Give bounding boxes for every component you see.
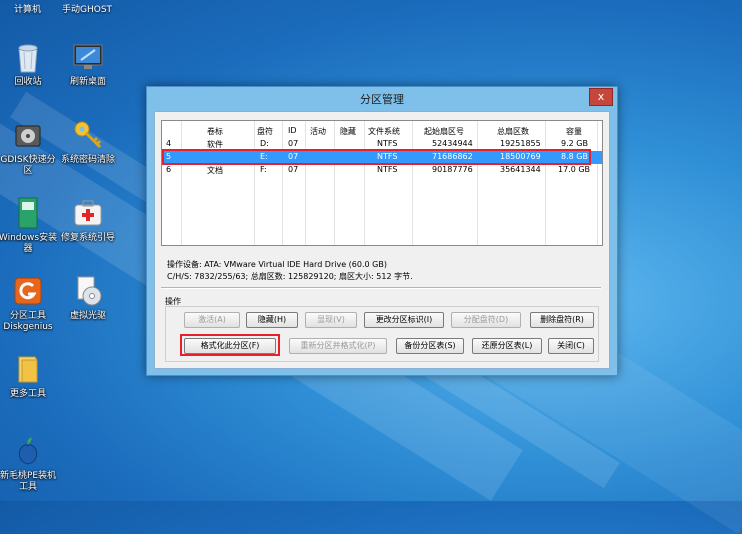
partition-list[interactable]: 卷标 盘符 ID 活动 隐藏 文件系统 起始扇区号 总扇区数 容量 4 软件 D… <box>161 120 603 246</box>
selection-highlight-box <box>162 149 591 165</box>
desktop-icon-label: Windows安装器 <box>0 233 58 254</box>
format-button-highlight-box <box>180 334 280 356</box>
window-client-area: 卷标 盘符 ID 活动 隐藏 文件系统 起始扇区号 总扇区数 容量 4 软件 D… <box>154 111 610 369</box>
row-size: 17.0 GB <box>558 165 591 174</box>
row-fs: NTFS <box>377 165 398 174</box>
desktop-icon-label: 回收站 <box>14 77 42 87</box>
virtual-cd-icon <box>71 274 105 308</box>
device-info-line2: C/H/S: 7832/255/63; 总扇区数: 125829120; 扇区大… <box>167 272 413 281</box>
divider <box>161 287 601 289</box>
close-icon[interactable]: x <box>589 88 613 106</box>
desktop-icon-label: 修复系统引导 <box>60 233 115 243</box>
row-id: 07 <box>288 139 299 148</box>
column-header-size[interactable]: 容量 <box>566 126 582 137</box>
desktop-icon-label: 系统密码清除 <box>60 155 115 165</box>
row-size: 9.2 GB <box>561 139 588 148</box>
row-fs: NTFS <box>377 139 398 148</box>
column-header-fs[interactable]: 文件系统 <box>368 126 400 137</box>
desktop-icon-pe-installer[interactable]: 新毛桃PE装机工具 <box>0 434 60 493</box>
row-number: 4 <box>166 139 172 148</box>
column-header-drive[interactable]: 盘符 <box>257 126 273 137</box>
desktop-icon-more-tools[interactable]: 更多工具 <box>0 352 60 400</box>
desktop-icon-password-clear[interactable]: 系统密码清除 <box>56 118 120 166</box>
column-header-total[interactable]: 总扇区数 <box>497 126 529 137</box>
manual-ghost-label[interactable]: 手动GHOST <box>62 2 112 15</box>
delete-letter-button[interactable]: 删除盘符(R) <box>530 312 594 328</box>
change-id-button[interactable]: 更改分区标识(I) <box>364 312 444 328</box>
show-button[interactable]: 显现(V) <box>305 312 357 328</box>
partition-row[interactable]: 6 文档 F: 07 NTFS 90187776 35641344 17.0 G… <box>162 164 602 177</box>
column-header-hidden[interactable]: 隐藏 <box>340 126 356 137</box>
device-info: 操作设备: ATA: VMware Virtual IDE Hard Drive… <box>161 251 601 287</box>
device-info-line1: 操作设备: ATA: VMware Virtual IDE Hard Drive… <box>167 260 387 269</box>
first-aid-icon <box>71 196 105 230</box>
row-total: 19251855 <box>500 139 541 148</box>
desktop-icon-diskgenius[interactable]: 分区工具Diskgenius <box>0 274 60 333</box>
folder-icon <box>11 352 45 386</box>
gdisk-icon <box>11 118 45 152</box>
desktop-icon-recycle-bin[interactable]: 回收站 <box>0 40 60 88</box>
assign-letter-button[interactable]: 分配盘符(D) <box>451 312 521 328</box>
desktop-icon-repair-boot[interactable]: 修复系统引导 <box>56 196 120 244</box>
row-start: 90187776 <box>432 165 473 174</box>
refresh-desktop-icon <box>71 40 105 74</box>
desktop-icon-label: GDISK快速分区 <box>0 155 56 176</box>
row-start: 52434944 <box>432 139 473 148</box>
column-header-active[interactable]: 活动 <box>310 126 326 137</box>
row-number: 6 <box>166 165 172 174</box>
partition-manager-window: 分区管理 x 卷标 盘符 ID 活动 隐藏 文件系统 起始扇区号 总扇区数 容量… <box>146 86 618 376</box>
desktop-icon-label: 刷新桌面 <box>69 77 106 87</box>
window-title: 分区管理 <box>360 93 404 106</box>
row-drive: F: <box>260 165 267 174</box>
desktop-icon-label: 分区工具Diskgenius <box>3 311 53 332</box>
window-titlebar[interactable]: 分区管理 x <box>147 87 617 109</box>
peach-icon <box>11 434 45 468</box>
column-header-label[interactable]: 卷标 <box>207 126 223 137</box>
column-header-id[interactable]: ID <box>288 126 297 135</box>
operations-group: 激活(A) 隐藏(H) 显现(V) 更改分区标识(I) 分配盘符(D) 删除盘符… <box>165 306 599 362</box>
repartition-format-button[interactable]: 重新分区并格式化(P) <box>289 338 387 354</box>
hide-button[interactable]: 隐藏(H) <box>246 312 298 328</box>
close-button[interactable]: 关闭(C) <box>548 338 594 354</box>
desktop-icon-label: 新毛桃PE装机工具 <box>0 471 57 492</box>
restore-partition-table-button[interactable]: 还原分区表(L) <box>472 338 542 354</box>
desktop-icon-label: 更多工具 <box>9 389 46 399</box>
row-id: 07 <box>288 165 299 174</box>
activate-button[interactable]: 激活(A) <box>184 312 240 328</box>
row-label: 文档 <box>207 166 223 175</box>
computer-label[interactable]: 计算机 <box>14 2 41 15</box>
desktop-icon-virtual-cd[interactable]: 虚拟光驱 <box>56 274 120 322</box>
key-icon <box>71 118 105 152</box>
column-header-start[interactable]: 起始扇区号 <box>424 126 464 137</box>
row-drive: D: <box>260 139 269 148</box>
desktop-icon-gdisk[interactable]: GDISK快速分区 <box>0 118 60 177</box>
recycle-bin-icon <box>11 40 45 74</box>
diskgenius-icon <box>11 274 45 308</box>
windows-installer-icon <box>11 196 45 230</box>
row-total: 35641344 <box>500 165 541 174</box>
list-header: 卷标 盘符 ID 活动 隐藏 文件系统 起始扇区号 总扇区数 容量 <box>162 125 602 138</box>
desktop-icon-windows-installer[interactable]: Windows安装器 <box>0 196 60 255</box>
desktop-icon-refresh-desktop[interactable]: 刷新桌面 <box>56 40 120 88</box>
backup-partition-table-button[interactable]: 备份分区表(S) <box>396 338 464 354</box>
desktop-icon-label: 虚拟光驱 <box>69 311 106 321</box>
